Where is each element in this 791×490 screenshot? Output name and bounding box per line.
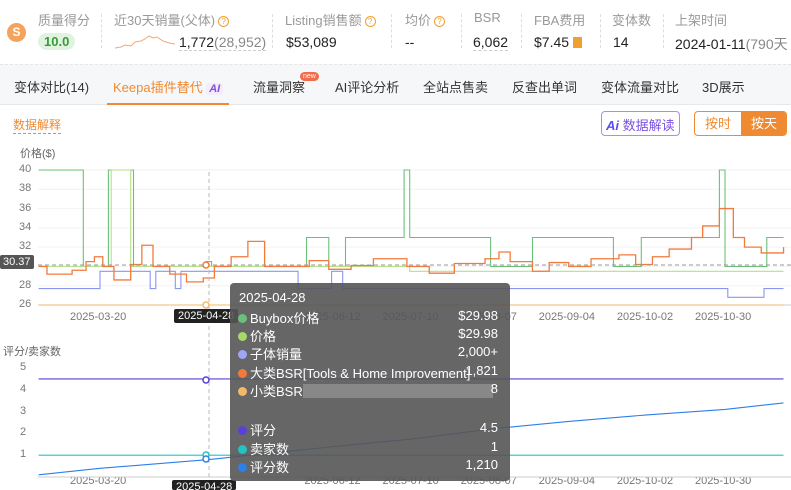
tooltip-label: 卖家数 [250, 442, 290, 457]
series-line-价格 [38, 169, 784, 272]
tooltip-value: $29.98 [458, 326, 498, 341]
tooltip-value: 4.5 [479, 420, 498, 435]
tooltip-label: Buybox价格 [250, 311, 320, 326]
tooltip-label: 评分数 [250, 460, 290, 475]
crosshair-date-label: 2025-04-28 [174, 309, 239, 323]
chart-tooltip: 2025-04-28 Buybox价格 $29.98 价格 $29.98 子体销量 2,0… [230, 283, 510, 481]
tooltip-value: 2,000+ [457, 344, 498, 359]
legend-dot-icon [238, 387, 247, 396]
redacted-bar [302, 384, 493, 398]
crosshair-date-label-lower: 2025-04-28 [172, 480, 237, 490]
tooltip-value: 1 [490, 439, 498, 454]
tooltip-row: 大类BSR[Tools & Home Improvement] 1,821 [238, 363, 498, 381]
tooltip-label: 价格 [250, 329, 277, 344]
series-line-Buybox价格 [38, 169, 784, 267]
tooltip-row: 评分数 1,210 [238, 457, 498, 475]
tooltip-label: 小类BSR [250, 384, 303, 399]
tooltip-value: $29.98 [458, 308, 498, 323]
crosshair-point [202, 301, 210, 309]
legend-dot-icon [238, 314, 247, 323]
legend-dot-icon [238, 445, 247, 454]
legend-dot-icon [238, 369, 247, 378]
tooltip-row: 子体销量 2,000+ [238, 344, 498, 362]
tooltip-date: 2025-04-28 [239, 290, 306, 305]
tooltip-value: 1,210 [465, 457, 498, 472]
tooltip-value: 1,821 [465, 363, 498, 378]
tooltip-row: 小类BSR 8 [238, 381, 498, 399]
tooltip-label: 子体销量 [250, 347, 303, 362]
crosshair-point [202, 261, 210, 269]
tooltip-row: 卖家数 1 [238, 439, 498, 457]
tooltip-row: 评分 4.5 [238, 420, 498, 438]
tooltip-label: 评分 [250, 423, 277, 438]
crosshair-value-label: 30.37 [0, 255, 34, 269]
legend-dot-icon [238, 350, 247, 359]
tooltip-row: Buybox价格 $29.98 [238, 308, 498, 326]
crosshair-point [202, 376, 210, 384]
tooltip-value: 8 [490, 381, 498, 396]
tooltip-row: 价格 $29.98 [238, 326, 498, 344]
legend-dot-icon [238, 332, 247, 341]
tooltip-label: 大类BSR[Tools & Home Improvement] [250, 366, 471, 381]
crosshair-point [202, 455, 210, 463]
legend-dot-icon [238, 426, 247, 435]
legend-dot-icon [238, 463, 247, 472]
